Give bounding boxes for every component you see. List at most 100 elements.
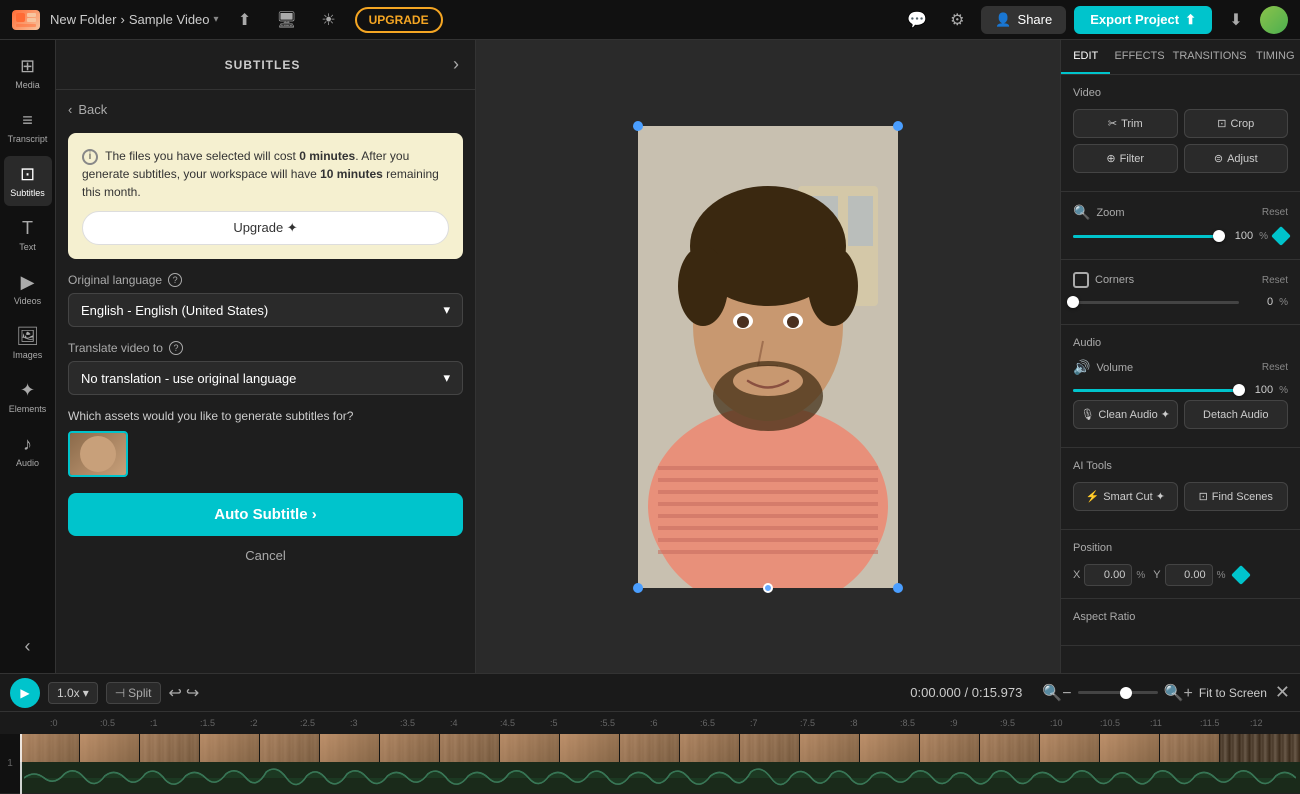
adjust-button[interactable]: ⊜ Adjust <box>1184 144 1289 173</box>
timeline-area: ▶ 1.0x ▾ ⊣ Split ↩ ↪ 0:00.000 / 0:15.973… <box>0 673 1300 793</box>
tab-timing[interactable]: TIMING <box>1251 40 1300 74</box>
find-scenes-button[interactable]: ⊡ Find Scenes <box>1184 482 1289 511</box>
sidebar-item-audio[interactable]: ♪ Audio <box>4 426 52 476</box>
back-button[interactable]: ‹ Back <box>68 102 107 117</box>
sidebar-item-media[interactable]: ⊞ Media <box>4 48 52 98</box>
volume-slider[interactable] <box>1073 389 1239 392</box>
sidebar-item-subtitles[interactable]: ⊡ Subtitles <box>4 156 52 206</box>
subtitles-content: ‹ Back i The files you have selected wil… <box>56 90 475 673</box>
collapse-panel-button[interactable]: › <box>453 54 459 75</box>
pos-y-field: Y 0.00 % <box>1153 564 1225 586</box>
breadcrumb-separator: › <box>120 12 124 27</box>
sidebar-item-videos[interactable]: ▶ Videos <box>4 264 52 314</box>
pos-x-value[interactable]: 0.00 <box>1084 564 1132 586</box>
filter-button[interactable]: ⊕ Filter <box>1073 144 1178 173</box>
timeline-zoom-slider[interactable] <box>1078 691 1158 694</box>
split-button[interactable]: ⊣ Split <box>106 682 161 704</box>
position-row: X 0.00 % Y 0.00 % <box>1073 564 1288 586</box>
sidebar-item-transcript[interactable]: ≡ Transcript <box>4 102 52 152</box>
help-icon-2[interactable]: ? <box>169 341 183 355</box>
sidebar-item-collapse[interactable]: ‹ <box>4 628 52 665</box>
upgrade-panel-button[interactable]: Upgrade ✦ <box>82 211 449 245</box>
monitor-icon[interactable]: 🖥 <box>271 4 303 36</box>
crop-button[interactable]: ⊡ Crop <box>1184 109 1289 138</box>
handle-bottom-left[interactable] <box>633 583 643 593</box>
handle-bottom-right[interactable] <box>893 583 903 593</box>
zoom-out-icon[interactable]: 🔍− <box>1042 683 1071 703</box>
undo-button[interactable]: ↩ <box>169 683 182 703</box>
folder-name[interactable]: New Folder <box>50 12 116 27</box>
info-bold-1: 0 minutes <box>299 149 355 163</box>
corners-slider[interactable] <box>1073 301 1239 304</box>
zoom-keyframe-icon[interactable] <box>1271 226 1291 246</box>
handle-bottom-center[interactable] <box>763 583 773 593</box>
ruler-mark-22: :11 <box>1150 718 1200 728</box>
close-timeline-button[interactable]: ✕ <box>1275 682 1290 703</box>
handle-top-right[interactable] <box>893 121 903 131</box>
volume-icon: 🔊 <box>1073 359 1090 376</box>
position-keyframe-icon[interactable] <box>1231 565 1251 585</box>
comment-icon[interactable]: 💬 <box>901 4 933 36</box>
tab-edit[interactable]: EDIT <box>1061 40 1110 74</box>
tab-transitions[interactable]: TRANSITIONS <box>1169 40 1251 74</box>
pos-y-value[interactable]: 0.00 <box>1165 564 1213 586</box>
chevron-down-icon[interactable]: ▾ <box>214 14 219 25</box>
sidebar-item-text[interactable]: T Text <box>4 210 52 260</box>
handle-top-left[interactable] <box>633 121 643 131</box>
pos-y-label: Y <box>1153 569 1160 581</box>
videos-icon: ▶ <box>21 272 35 293</box>
avatar[interactable] <box>1260 6 1288 34</box>
audio-section-title: Audio <box>1073 337 1288 349</box>
translate-select[interactable]: No translation - use original language ▾ <box>68 361 463 395</box>
share-label: Share <box>1018 12 1053 27</box>
volume-label: Volume <box>1096 362 1133 374</box>
play-button[interactable]: ▶ <box>10 678 40 708</box>
file-name[interactable]: Sample Video <box>129 12 210 27</box>
redo-button[interactable]: ↪ <box>186 683 199 703</box>
asset-thumbnail[interactable] <box>68 431 128 477</box>
upgrade-button[interactable]: UPGRADE <box>355 7 443 33</box>
settings-icon[interactable]: ⚙ <box>941 4 973 36</box>
topbar-actions: 💬 ⚙ 👤 Share Export Project ⬆ ⬇ <box>901 4 1288 36</box>
ruler-mark-4: :2 <box>250 718 300 728</box>
sidebar-item-images[interactable]: 🖼 Images <box>4 318 52 368</box>
zoom-reset-button[interactable]: Reset <box>1262 207 1288 218</box>
clean-audio-button[interactable]: 🎙 Clean Audio ✦ <box>1073 400 1178 429</box>
corners-reset-button[interactable]: Reset <box>1262 275 1288 286</box>
ruler-mark-10: :5 <box>550 718 600 728</box>
auto-subtitle-button[interactable]: Auto Subtitle › <box>68 493 463 536</box>
video-area <box>476 40 1060 673</box>
zoom-in-icon[interactable]: 🔍+ <box>1164 683 1193 703</box>
track-content[interactable] <box>20 734 1300 793</box>
volume-reset-button[interactable]: Reset <box>1262 362 1288 373</box>
fit-to-screen-button[interactable]: Fit to Screen <box>1199 686 1267 700</box>
download-icon[interactable]: ⬇ <box>1220 4 1252 36</box>
ruler-mark-6: :3 <box>350 718 400 728</box>
aspect-ratio-section: Aspect Ratio <box>1061 599 1300 646</box>
smart-cut-button[interactable]: ⚡ Smart Cut ✦ <box>1073 482 1178 511</box>
ruler-mark-18: :9 <box>950 718 1000 728</box>
speed-button[interactable]: 1.0x ▾ <box>48 682 98 704</box>
ruler-mark-20: :10 <box>1050 718 1100 728</box>
upload-icon[interactable]: ⬆ <box>229 4 261 36</box>
left-sidebar: ⊞ Media ≡ Transcript ⊡ Subtitles T Text … <box>0 40 56 673</box>
cancel-button[interactable]: Cancel <box>68 536 463 575</box>
ruler-mark-13: :6.5 <box>700 718 750 728</box>
sidebar-item-elements[interactable]: ✦ Elements <box>4 372 52 422</box>
ruler-mark-7: :3.5 <box>400 718 450 728</box>
detach-audio-button[interactable]: Detach Audio <box>1184 400 1289 429</box>
zoom-slider[interactable] <box>1073 235 1219 238</box>
ruler-mark-2: :1 <box>150 718 200 728</box>
pos-x-unit: % <box>1136 570 1145 581</box>
tab-effects[interactable]: EFFECTS <box>1110 40 1168 74</box>
help-icon[interactable]: ? <box>168 273 182 287</box>
export-icon: ⬆ <box>1185 12 1196 28</box>
current-time: 0:00.000 <box>910 685 961 700</box>
sun-icon[interactable]: ☀ <box>313 4 345 36</box>
share-button[interactable]: 👤 Share <box>981 6 1066 34</box>
file-name-container: Sample Video ▾ <box>129 12 219 27</box>
corners-value: 0 <box>1245 296 1273 308</box>
export-button[interactable]: Export Project ⬆ <box>1074 6 1212 34</box>
trim-button[interactable]: ✂ Trim <box>1073 109 1178 138</box>
original-language-select[interactable]: English - English (United States) ▾ <box>68 293 463 327</box>
